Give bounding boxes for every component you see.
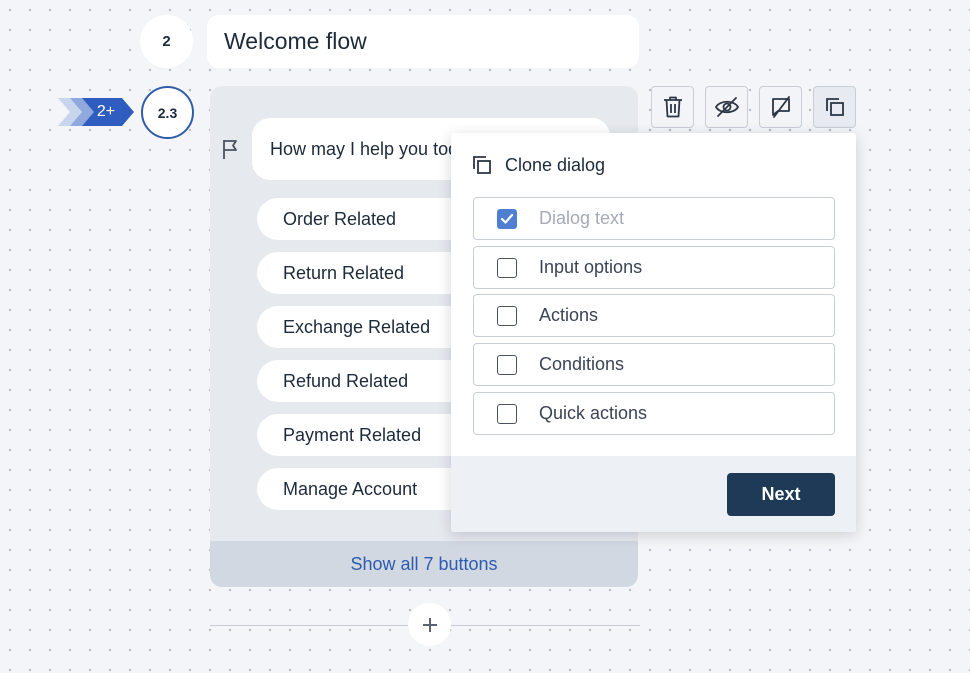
clone-option-dialog-text: Dialog text xyxy=(473,197,835,240)
disable-comments-button[interactable] xyxy=(759,86,802,128)
conditions-checkbox[interactable] xyxy=(497,354,517,375)
quick-actions-checkbox[interactable] xyxy=(497,403,517,424)
flag-icon xyxy=(223,140,237,159)
delete-button[interactable] xyxy=(651,86,694,128)
clone-dialog-title: Clone dialog xyxy=(505,154,606,175)
clone-option-actions[interactable]: Actions xyxy=(473,294,835,337)
flow-title-text: Welcome flow xyxy=(224,28,367,54)
actions-label: Actions xyxy=(539,305,599,325)
incoming-count-label: 2+ xyxy=(96,103,116,120)
next-button[interactable]: Next xyxy=(727,473,835,516)
dialog-text-label: Dialog text xyxy=(539,208,625,228)
quick-actions-label: Quick actions xyxy=(539,403,648,423)
comment-off-icon xyxy=(771,96,790,118)
flow-title[interactable]: Welcome flow xyxy=(207,15,639,68)
node-step-number[interactable]: 2.3 xyxy=(141,86,194,139)
input-options-label: Input options xyxy=(539,257,643,277)
trash-icon xyxy=(663,96,682,118)
copy-icon xyxy=(473,156,491,174)
conditions-label: Conditions xyxy=(539,354,625,374)
clone-dialog-header: Clone dialog xyxy=(471,153,605,177)
clone-button[interactable] xyxy=(813,86,856,128)
clone-dialog-footer: Next xyxy=(451,456,856,532)
show-all-buttons-link[interactable]: Show all 7 buttons xyxy=(210,541,638,587)
hide-button[interactable] xyxy=(705,86,748,128)
clone-dialog-popover: Clone dialog Dialog text Input options A… xyxy=(451,133,856,532)
checkmark-icon xyxy=(500,213,514,224)
clone-option-quick-actions[interactable]: Quick actions xyxy=(473,392,835,435)
plus-icon xyxy=(422,617,437,632)
actions-checkbox[interactable] xyxy=(497,305,517,326)
add-step-button[interactable] xyxy=(408,603,451,646)
dialog-text-checkbox xyxy=(497,208,517,229)
input-options-checkbox[interactable] xyxy=(497,257,517,278)
eye-off-icon xyxy=(714,97,739,117)
flow-step-number: 2 xyxy=(140,15,193,68)
clone-option-conditions[interactable]: Conditions xyxy=(473,343,835,386)
copy-icon xyxy=(825,98,844,116)
clone-option-input-options[interactable]: Input options xyxy=(473,246,835,289)
